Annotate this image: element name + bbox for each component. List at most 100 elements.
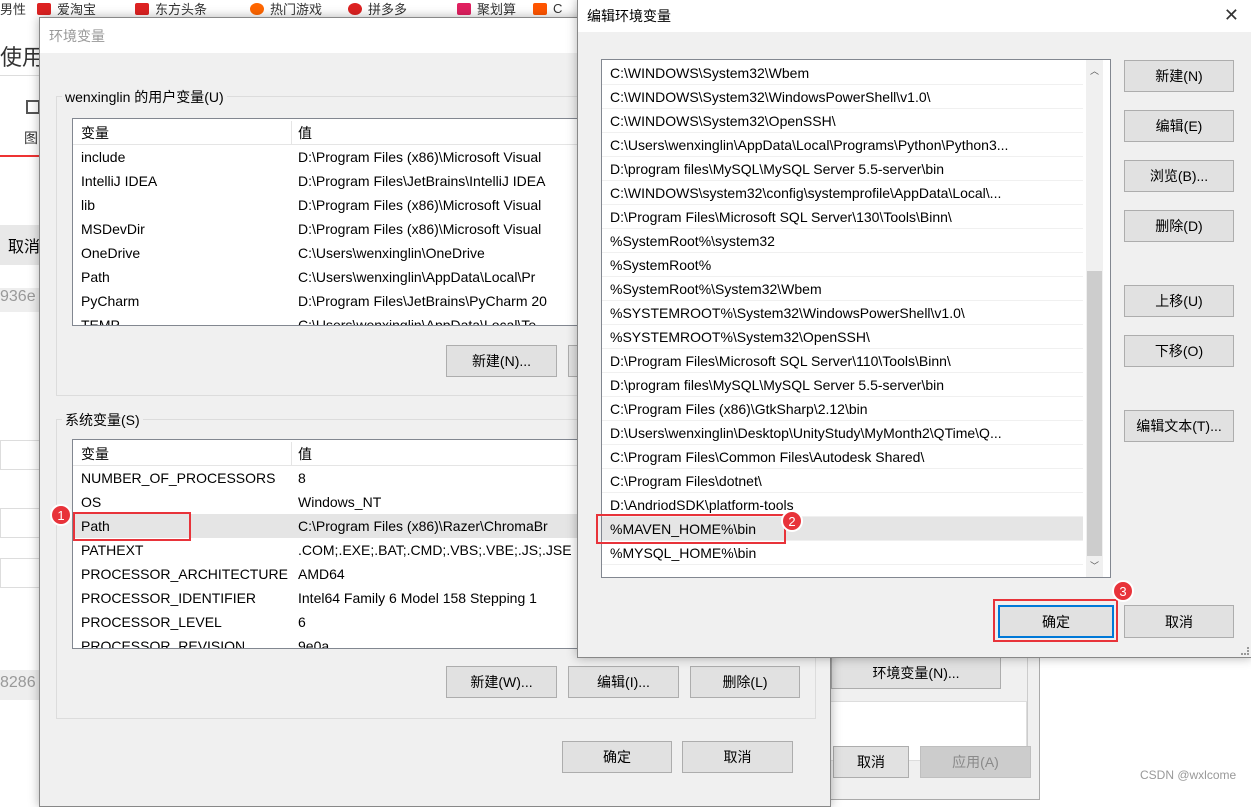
annotation-box-maven (596, 514, 786, 544)
variable-name: IntelliJ IDEA (81, 173, 158, 189)
path-entry[interactable]: C:\Program Files\Common Files\Autodesk S… (602, 445, 1083, 469)
annotation-badge-1: 1 (50, 504, 72, 526)
path-entry[interactable]: D:\program files\MySQL\MySQL Server 5.5-… (602, 157, 1083, 181)
variable-value: C:\Users\wenxinglin\AppData\Local\Te (298, 317, 537, 326)
bookmark[interactable]: C (533, 0, 562, 17)
variable-name: TEMP (81, 317, 120, 326)
path-entry[interactable]: C:\WINDOWS\System32\Wbem (602, 61, 1083, 85)
path-entries-list[interactable]: %MYSQL_HOME%\bin %MAVEN_HOME%\bin D:\Andri… (601, 59, 1111, 578)
path-entry[interactable]: %SYSTEMROOT%\System32\OpenSSH\ (602, 325, 1083, 349)
bookmark[interactable]: 聚划算 (457, 0, 516, 17)
variable-value: .COM;.EXE;.BAT;.CMD;.VBS;.VBE;.JS;.JSE (298, 542, 572, 558)
system-cancel-button[interactable]: 取消 (833, 746, 909, 778)
delete-button[interactable]: 删除(D) (1124, 210, 1234, 242)
variable-name: OS (81, 494, 102, 510)
bookmark[interactable]: 东方头条 (135, 0, 207, 17)
path-entry[interactable]: %SystemRoot%\system32 (602, 229, 1083, 253)
path-entry[interactable]: C:\Users\wenxinglin\AppData\Local\Progra… (602, 133, 1083, 157)
background-cancel-button[interactable]: 取消 (0, 225, 40, 265)
column-header-value[interactable]: 值 (298, 123, 312, 143)
annotation-badge-2: 2 (781, 510, 803, 532)
variable-value: 8 (298, 470, 306, 486)
new-button[interactable]: 新建(N) (1124, 60, 1234, 92)
cancel-button[interactable]: 取消 (1124, 605, 1234, 638)
image-icon (26, 100, 40, 114)
scroll-up-icon[interactable]: ︿ (1090, 64, 1099, 77)
environment-variables-button[interactable]: 环境变量(N)... (831, 656, 1001, 689)
bookmark-icon (135, 2, 149, 15)
system-variables-label: 系统变量(S) (62, 410, 143, 430)
divider (0, 75, 40, 76)
browse-button[interactable]: 浏览(B)... (1124, 160, 1234, 192)
path-entry[interactable]: %MYSQL_HOME%\bin (602, 541, 1083, 565)
annotation-box-ok (993, 599, 1118, 642)
bookmark-icon (37, 2, 51, 15)
variable-value: C:\Program Files (x86)\Razer\ChromaBr (298, 518, 548, 534)
column-header-variable[interactable]: 变量 (81, 444, 109, 464)
user-variables-label: wenxinglin 的用户变量(U) (62, 87, 227, 107)
variable-name: PROCESSOR_IDENTIFIER (81, 590, 257, 606)
scrollbar[interactable]: ︿ ﹀ (1086, 60, 1103, 577)
move-up-button[interactable]: 上移(U) (1124, 285, 1234, 317)
variable-value: C:\Users\wenxinglin\OneDrive (298, 245, 485, 261)
variable-value: D:\Program Files\JetBrains\IntelliJ IDEA (298, 173, 546, 189)
bookmark[interactable]: 拼多多 (348, 0, 407, 17)
dialog-title: 环境变量 (49, 27, 105, 44)
edit-button[interactable]: 编辑(E) (1124, 110, 1234, 142)
path-entry[interactable]: %SystemRoot% (602, 253, 1083, 277)
system-new-button[interactable]: 新建(W)... (446, 666, 557, 698)
variable-value: 9e0a (298, 638, 330, 649)
path-entry[interactable]: C:\WINDOWS\System32\OpenSSH\ (602, 109, 1083, 133)
background-text: 8286 (0, 670, 40, 700)
variable-name: PROCESSOR_REVISION (81, 638, 246, 649)
variable-value: D:\Program Files (x86)\Microsoft Visual (298, 197, 542, 213)
scroll-down-icon[interactable]: ﹀ (1090, 559, 1099, 572)
variable-name: PROCESSOR_LEVEL (81, 614, 222, 630)
user-new-button[interactable]: 新建(N)... (446, 345, 557, 377)
path-entry[interactable]: D:\Program Files\Microsoft SQL Server\11… (602, 349, 1083, 373)
system-edit-button[interactable]: 编辑(I)... (568, 666, 679, 698)
icon-label: 图 (24, 130, 38, 146)
path-entry[interactable]: D:\program files\MySQL\MySQL Server 5.5-… (602, 373, 1083, 397)
system-delete-button[interactable]: 删除(L) (690, 666, 800, 698)
variable-name: OneDrive (81, 245, 141, 261)
path-entry[interactable]: C:\WINDOWS\System32\WindowsPowerShell\v1… (602, 85, 1083, 109)
variable-value: Intel64 Family 6 Model 158 Stepping 1 (298, 590, 537, 606)
path-entry[interactable]: %SystemRoot%\System32\Wbem (602, 277, 1083, 301)
background-field (0, 558, 40, 588)
path-entry[interactable]: D:\Users\wenxinglin\Desktop\UnityStudy\M… (602, 421, 1083, 445)
ok-button[interactable]: 确定 (562, 741, 672, 773)
apply-button[interactable]: 应用(A) (920, 746, 1031, 778)
variable-value: Windows_NT (298, 494, 382, 510)
variable-value: D:\Program Files\JetBrains\PyCharm 20 (298, 293, 547, 309)
path-entry[interactable]: %SYSTEMROOT%\System32\WindowsPowerShell\… (602, 301, 1083, 325)
column-header-value[interactable]: 值 (298, 444, 312, 464)
variable-value: 6 (298, 614, 306, 630)
variable-name: MSDevDir (81, 221, 145, 237)
variable-value: C:\Users\wenxinglin\AppData\Local\Pr (298, 269, 536, 285)
page-heading: 使用 (0, 45, 45, 70)
path-entry[interactable]: C:\Program Files\dotnet\ (602, 469, 1083, 493)
edit-environment-variable-dialog: 编辑环境变量 ✕ %MYSQL_HOME%\bin %MAVEN_HOME%\bi… (577, 0, 1251, 658)
variable-name: PyCharm (81, 293, 140, 309)
column-header-variable[interactable]: 变量 (81, 123, 109, 143)
bookmark[interactable]: 热门游戏 (250, 0, 322, 17)
cancel-button[interactable]: 取消 (682, 741, 793, 773)
close-icon[interactable]: ✕ (1224, 5, 1239, 26)
bookmark-icon (533, 2, 547, 15)
path-entry[interactable]: C:\WINDOWS\system32\config\systemprofile… (602, 181, 1083, 205)
bookmark[interactable]: 男性 (0, 0, 26, 17)
bookmark[interactable]: 爱淘宝 (37, 0, 96, 17)
variable-name: Path (81, 269, 110, 285)
variable-name: PROCESSOR_ARCHITECTURE (81, 566, 288, 582)
path-entry[interactable]: C:\Program Files (x86)\GtkSharp\2.12\bin (602, 397, 1083, 421)
scrollbar-thumb[interactable] (1087, 271, 1102, 556)
dialog-title: 编辑环境变量 (587, 8, 671, 24)
path-entry[interactable]: D:\Program Files\Microsoft SQL Server\13… (602, 205, 1083, 229)
edit-text-button[interactable]: 编辑文本(T)... (1124, 410, 1234, 442)
bookmark-icon (250, 2, 264, 15)
watermark: CSDN @wxlcome (1140, 768, 1237, 782)
active-underline (0, 155, 40, 157)
resize-grip-icon[interactable] (1241, 647, 1249, 655)
move-down-button[interactable]: 下移(O) (1124, 335, 1234, 367)
